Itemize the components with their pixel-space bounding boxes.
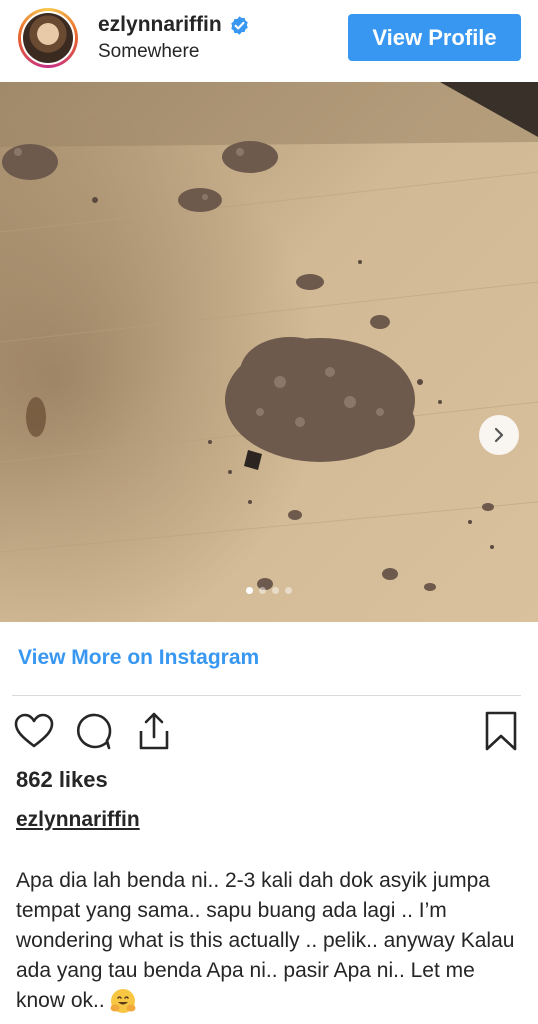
bookmark-icon [485, 711, 517, 751]
likes-count[interactable]: 862 likes [16, 767, 108, 793]
carousel-next-button[interactable] [479, 415, 519, 455]
carousel-dot [246, 587, 253, 594]
caption-body: Apa dia lah benda ni.. 2-3 kali dah dok … [16, 869, 515, 1012]
location[interactable]: Somewhere [98, 41, 199, 63]
view-more-link[interactable]: View More on Instagram [18, 646, 259, 670]
username[interactable]: ezlynnariffin [98, 13, 222, 37]
comment-button[interactable] [73, 708, 115, 754]
hugging-face-emoji-icon [110, 989, 136, 1014]
carousel-indicator [0, 587, 538, 594]
divider [12, 695, 521, 696]
view-profile-button[interactable]: View Profile [348, 14, 521, 61]
post-header: ezlynnariffin Somewhere View Profile [0, 0, 538, 82]
carousel-dot [272, 587, 279, 594]
post-photo[interactable] [0, 82, 538, 622]
carousel-dot [285, 587, 292, 594]
photo-image [0, 82, 538, 622]
username-row[interactable]: ezlynnariffin [98, 13, 250, 37]
like-button[interactable] [13, 708, 55, 754]
share-button[interactable] [133, 708, 175, 754]
action-bar [0, 708, 538, 754]
verified-badge-icon [230, 15, 248, 35]
share-icon [139, 712, 169, 750]
caption-username[interactable]: ezlynnariffin [16, 808, 140, 832]
heart-icon [14, 713, 54, 748]
comment-icon [76, 713, 112, 750]
save-button[interactable] [480, 708, 522, 754]
carousel-dot [259, 587, 266, 594]
chevron-right-icon [494, 427, 504, 443]
caption-text: Apa dia lah benda ni.. 2-3 kali dah dok … [16, 866, 526, 1016]
avatar[interactable] [18, 8, 78, 68]
